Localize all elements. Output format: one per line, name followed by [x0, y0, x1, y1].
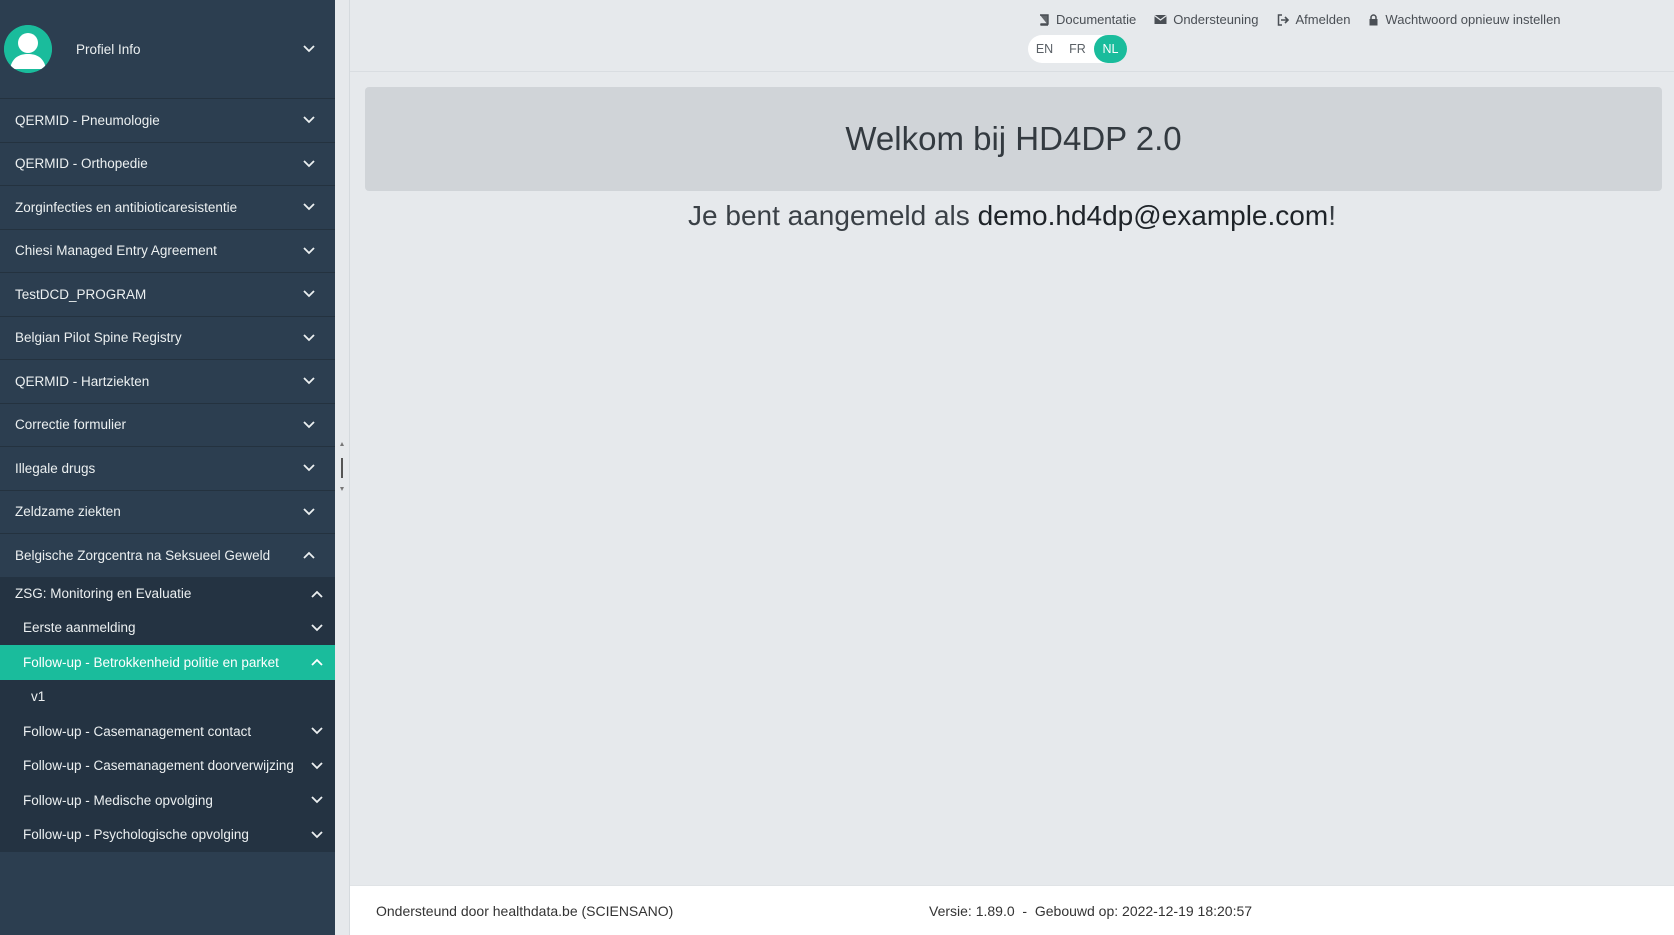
submenu-header-label: ZSG: Monitoring en Evaluatie [15, 586, 192, 601]
sidebar: Profiel Info QERMID - Pneumologie QERMID… [0, 0, 335, 935]
submenu-item-label: v1 [31, 689, 46, 705]
sidebar-item-qermid-pneumologie[interactable]: QERMID - Pneumologie [0, 98, 335, 142]
sidebar-item-belgian-pilot-spine[interactable]: Belgian Pilot Spine Registry [0, 315, 335, 360]
collapse-arrow-icon [340, 442, 344, 446]
sidebar-item-label: QERMID - Hartziekten [15, 373, 150, 389]
sidebar-item-qermid-hartziekten[interactable]: QERMID - Hartziekten [0, 359, 335, 403]
submenu-item-label: Follow-up - Psychologische opvolging [23, 827, 249, 843]
sidebar-item-label: QERMID - Orthopedie [15, 156, 148, 172]
chevron-down-icon [301, 243, 317, 259]
chevron-down-icon [301, 112, 317, 128]
sidebar-item-correctie-formulier[interactable]: Correctie formulier [0, 402, 335, 447]
language-fr-button[interactable]: FR [1061, 35, 1094, 63]
sidebar-item-label: Illegale drugs [15, 460, 96, 476]
sidebar-item-testdcd[interactable]: TestDCD_PROGRAM [0, 272, 335, 316]
footer-separator: - [1014, 903, 1035, 919]
sidebar-item-zorginfecties[interactable]: Zorginfecties en antibioticaresistentie [0, 185, 335, 229]
top-bar: Documentatie Ondersteuning Afmelden Wach… [350, 0, 1674, 72]
logged-in-suffix: ! [1328, 200, 1336, 231]
submenu-item-eerste-aanmelding[interactable]: Eerste aanmelding [0, 611, 335, 646]
submenu-item-casemanagement-doorverwijzing[interactable]: Follow-up - Casemanagement doorverwijzin… [0, 749, 335, 784]
book-icon [1038, 13, 1050, 26]
logged-in-message: Je bent aangemeld als demo.hd4dp@example… [350, 200, 1674, 232]
avatar [4, 25, 52, 73]
language-en-button[interactable]: EN [1028, 35, 1061, 63]
sidebar-item-chiesi[interactable]: Chiesi Managed Entry Agreement [0, 228, 335, 273]
chevron-down-icon [301, 417, 317, 433]
submenu-header-zsg-monitoring[interactable]: ZSG: Monitoring en Evaluatie [0, 577, 335, 611]
sidebar-item-qermid-orthopedie[interactable]: QERMID - Orthopedie [0, 141, 335, 186]
logged-in-prefix: Je bent aangemeld als [688, 200, 978, 231]
submenu-item-medische-opvolging[interactable]: Follow-up - Medische opvolging [0, 783, 335, 818]
sidebar-item-illegale-drugs[interactable]: Illegale drugs [0, 446, 335, 490]
chevron-down-icon [301, 330, 317, 346]
sidebar-resize-handle[interactable] [335, 0, 350, 935]
chevron-down-icon [301, 286, 317, 302]
support-link[interactable]: Ondersteuning [1154, 12, 1259, 27]
expand-arrow-icon [340, 487, 344, 491]
support-label: Ondersteuning [1173, 12, 1259, 27]
submenu-item-version-v1[interactable]: v1 [0, 679, 335, 714]
submenu-item-label: Follow-up - Betrokkenheid politie en par… [23, 654, 279, 670]
chevron-down-icon [301, 504, 317, 520]
sidebar-item-label: QERMID - Pneumologie [15, 112, 160, 128]
welcome-banner: Welkom bij HD4DP 2.0 [365, 87, 1662, 191]
submenu-zsg: ZSG: Monitoring en Evaluatie Eerste aanm… [0, 576, 335, 853]
sidebar-item-label: Belgian Pilot Spine Registry [15, 330, 182, 346]
reset-password-link[interactable]: Wachtwoord opnieuw instellen [1368, 12, 1561, 27]
sign-out-icon [1277, 13, 1290, 26]
user-icon [4, 25, 52, 73]
chevron-down-icon [301, 373, 317, 389]
documentation-link[interactable]: Documentatie [1038, 12, 1136, 27]
submenu-item-label: Follow-up - Casemanagement doorverwijzin… [23, 758, 294, 774]
documentation-label: Documentatie [1056, 12, 1137, 27]
sidebar-item-zeldzame-ziekten[interactable]: Zeldzame ziekten [0, 489, 335, 534]
language-nl-button[interactable]: NL [1094, 35, 1127, 63]
submenu-item-casemanagement-contact[interactable]: Follow-up - Casemanagement contact [0, 714, 335, 749]
sidebar-item-label: Zorginfecties en antibioticaresistentie [15, 199, 238, 215]
footer-version-info: Versie: 1.89.0 - Gebouwd op: 2022-12-19 … [929, 903, 1252, 919]
chevron-down-icon [301, 460, 317, 476]
language-switcher: EN FR NL [1028, 35, 1127, 63]
sidebar-item-label: Zeldzame ziekten [15, 504, 121, 520]
chevron-down-icon [309, 723, 325, 739]
submenu-item-betrokkenheid-politie[interactable]: Follow-up - Betrokkenheid politie en par… [0, 645, 335, 680]
submenu-item-label: Follow-up - Casemanagement contact [23, 723, 252, 739]
chevron-down-icon [309, 758, 325, 774]
logout-link[interactable]: Afmelden [1277, 12, 1351, 27]
lock-icon [1368, 13, 1379, 26]
footer-version: Versie: 1.89.0 [929, 903, 1015, 919]
logout-label: Afmelden [1295, 12, 1351, 27]
sidebar-item-label: TestDCD_PROGRAM [15, 286, 147, 302]
chevron-down-icon [309, 827, 325, 843]
chevron-up-icon [309, 654, 325, 670]
user-email: demo.hd4dp@example.com [977, 200, 1329, 231]
profile-label: Profiel Info [76, 41, 141, 57]
submenu-item-label: Eerste aanmelding [23, 620, 136, 636]
main-content: Documentatie Ondersteuning Afmelden Wach… [350, 0, 1674, 935]
sidebar-item-label: Chiesi Managed Entry Agreement [15, 243, 217, 259]
chevron-down-icon [301, 156, 317, 172]
chevron-up-icon [301, 547, 317, 563]
profile-info[interactable]: Profiel Info [0, 0, 335, 98]
sidebar-item-label: Belgische Zorgcentra na Seksueel Geweld [15, 547, 271, 563]
chevron-up-icon [309, 586, 325, 602]
reset-password-label: Wachtwoord opnieuw instellen [1385, 12, 1561, 27]
top-links: Documentatie Ondersteuning Afmelden Wach… [1038, 12, 1561, 27]
envelope-icon [1154, 14, 1168, 25]
chevron-down-icon [309, 792, 325, 808]
footer: Ondersteund door healthdata.be (SCIENSAN… [350, 885, 1674, 935]
welcome-title: Welkom bij HD4DP 2.0 [845, 120, 1182, 157]
sidebar-item-zorgcentra-seksueel-geweld[interactable]: Belgische Zorgcentra na Seksueel Geweld [0, 533, 335, 577]
footer-build-date: Gebouwd op: 2022-12-19 18:20:57 [1034, 903, 1253, 919]
grip-icon [341, 458, 343, 478]
submenu-item-label: Follow-up - Medische opvolging [23, 792, 213, 808]
chevron-down-icon [301, 41, 317, 57]
chevron-down-icon [309, 620, 325, 636]
footer-supported-by: Ondersteund door healthdata.be (SCIENSAN… [376, 903, 674, 919]
chevron-down-icon [301, 199, 317, 215]
submenu-item-psychologische-opvolging[interactable]: Follow-up - Psychologische opvolging [0, 818, 335, 853]
sidebar-item-label: Correctie formulier [15, 417, 127, 433]
